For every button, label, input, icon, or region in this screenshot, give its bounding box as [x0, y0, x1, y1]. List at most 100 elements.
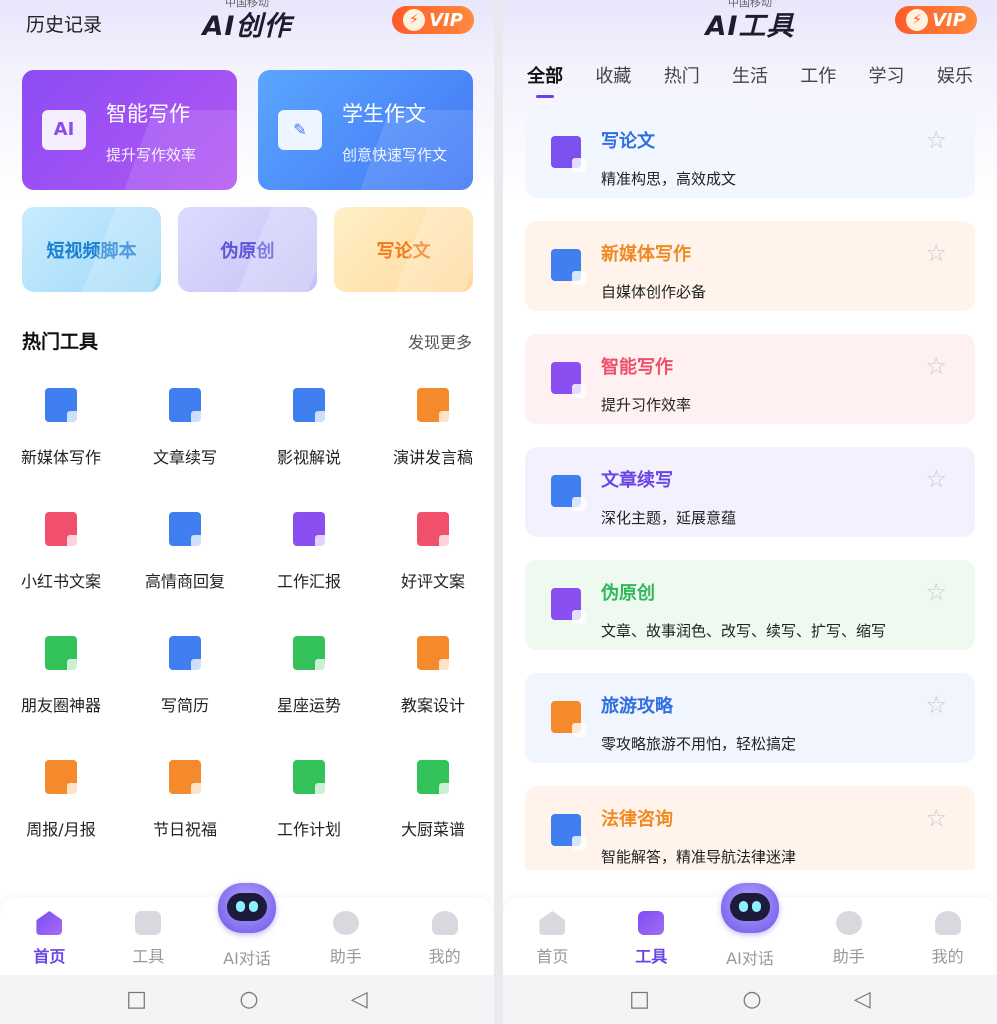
hot-tool-item[interactable]: 周报/月报	[0, 752, 123, 876]
nav-label: 工具	[132, 947, 165, 966]
home-icon	[539, 911, 566, 935]
nav-label: 助手	[832, 947, 865, 966]
hot-tool-item[interactable]: 工作汇报	[247, 504, 371, 628]
ai-document-icon: AI	[42, 110, 86, 150]
tool-card[interactable]: 文章续写 深化主题，延展意蕴 ☆	[525, 447, 975, 537]
tool-document-icon	[293, 636, 329, 673]
tool-card[interactable]: 旅游攻略 零攻略旅游不用怕，轻松搞定 ☆	[525, 673, 975, 763]
category-tab[interactable]: 收藏	[595, 62, 631, 98]
tool-card[interactable]: 新媒体写作 自媒体创作必备 ☆	[525, 221, 975, 311]
tool-document-icon	[417, 388, 453, 425]
hot-tool-item[interactable]: 大厨菜谱	[371, 752, 494, 876]
nav-mine[interactable]: 我的	[898, 897, 997, 975]
tool-description: 深化主题，延展意蕴	[601, 509, 737, 527]
hot-tool-item[interactable]: 教案设计	[371, 628, 494, 752]
tool-document-icon	[551, 249, 586, 285]
tool-card[interactable]: 写论文 精准构思，高效成文 ☆	[525, 108, 975, 198]
favorite-star-icon[interactable]: ☆	[925, 804, 947, 832]
hot-tool-item[interactable]: 影视解说	[247, 380, 371, 504]
tool-list: 写论文 精准构思，高效成文 ☆ 新媒体写作 自媒体创作必备 ☆ 智能写作 提升习作效率 ☆ 文章续…	[525, 108, 975, 870]
system-home-button[interactable]: ○	[742, 987, 761, 1012]
short-video-script-card[interactable]: 短视频脚本	[22, 207, 161, 292]
lightning-icon: ⚡	[906, 9, 929, 31]
nav-assistant[interactable]: 助手	[296, 897, 395, 975]
tool-description: 提升习作效率	[601, 396, 692, 414]
hot-tool-item[interactable]: 节日祝福	[123, 752, 247, 876]
robot-icon	[217, 883, 276, 933]
favorite-star-icon[interactable]: ☆	[925, 239, 947, 267]
card-subtitle: 创意快速写作文	[342, 146, 448, 164]
favorite-star-icon[interactable]: ☆	[925, 465, 947, 493]
bottom-nav: 首页 工具 AI对话 助手 我的	[503, 883, 997, 975]
hot-tool-item[interactable]: 工作计划	[247, 752, 371, 876]
category-tabs: 全部 收藏 热门 生活 工作 学习 娱乐	[503, 62, 997, 98]
hot-tool-item[interactable]: 朋友圈神器	[0, 628, 123, 752]
smart-writing-card[interactable]: AI 智能写作 提升写作效率	[22, 70, 237, 190]
tool-document-icon	[551, 362, 586, 398]
hot-tool-item[interactable]: 写简历	[123, 628, 247, 752]
ai-tools-screen: 中国移动 AI工具 ⚡ VIP 全部 收藏 热门 生活 工作 学习 娱乐 写论文 精准构思，高…	[503, 0, 997, 1024]
tool-description: 零攻略旅游不用怕，轻松搞定	[601, 735, 797, 753]
hot-tool-item[interactable]: 演讲发言稿	[371, 380, 494, 504]
nav-home[interactable]: 首页	[0, 897, 99, 975]
hot-tool-item[interactable]: 好评文案	[371, 504, 494, 628]
tool-document-icon	[169, 636, 205, 673]
vip-button[interactable]: ⚡ VIP	[895, 6, 977, 34]
category-tab[interactable]: 工作	[800, 62, 836, 98]
category-tab[interactable]: 学习	[869, 62, 905, 98]
toolbox-icon	[638, 911, 665, 935]
nav-label: AI对话	[726, 949, 774, 968]
recent-apps-button[interactable]: □	[629, 987, 650, 1012]
tool-label: 朋友圈神器	[20, 696, 101, 715]
person-icon	[934, 911, 961, 935]
tool-card[interactable]: 智能写作 提升习作效率 ☆	[525, 334, 975, 424]
tool-label: 新媒体写作	[20, 448, 101, 467]
tool-label: 影视解说	[276, 448, 341, 467]
pseudo-original-card[interactable]: 伪原创	[178, 207, 317, 292]
nav-assistant[interactable]: 助手	[799, 897, 898, 975]
category-tab[interactable]: 娱乐	[937, 62, 973, 98]
nav-tools[interactable]: 工具	[602, 897, 701, 975]
hot-tool-item[interactable]: 新媒体写作	[0, 380, 123, 504]
system-back-button[interactable]: ◁	[351, 987, 368, 1012]
hot-tool-item[interactable]: 高情商回复	[123, 504, 247, 628]
tool-document-icon	[551, 475, 586, 511]
card-subtitle: 提升写作效率	[106, 146, 197, 164]
favorite-star-icon[interactable]: ☆	[925, 352, 947, 380]
tool-label: 周报/月报	[26, 820, 96, 839]
vip-button[interactable]: ⚡ VIP	[392, 6, 474, 34]
favorite-star-icon[interactable]: ☆	[925, 691, 947, 719]
nav-ai-chat[interactable]: AI对话	[701, 883, 800, 975]
card-title: 智能写作	[106, 102, 190, 126]
tool-card[interactable]: 伪原创 文章、故事润色、改写、续写、扩写、缩写 ☆	[525, 560, 975, 650]
favorite-star-icon[interactable]: ☆	[925, 578, 947, 606]
hot-tool-item[interactable]: 星座运势	[247, 628, 371, 752]
person-icon	[431, 911, 458, 935]
category-tab[interactable]: 生活	[732, 62, 768, 98]
category-tab[interactable]: 全部	[527, 62, 563, 98]
write-paper-card[interactable]: 写论文	[334, 207, 473, 292]
student-essay-card[interactable]: ✎ 学生作文 创意快速写作文	[258, 70, 473, 190]
tool-document-icon	[169, 388, 205, 425]
tool-document-icon	[45, 512, 81, 549]
tool-card[interactable]: 法律咨询 智能解答，精准导航法律迷津 ☆	[525, 786, 975, 870]
nav-mine[interactable]: 我的	[395, 897, 494, 975]
category-tab[interactable]: 热门	[664, 62, 700, 98]
hot-tool-item[interactable]: 文章续写	[123, 380, 247, 504]
tool-document-icon	[417, 636, 453, 673]
hot-tool-item[interactable]: 小红书文案	[0, 504, 123, 628]
system-home-button[interactable]: ○	[239, 987, 258, 1012]
tool-document-icon	[45, 636, 81, 673]
robot-icon	[720, 883, 779, 933]
nav-tools[interactable]: 工具	[99, 897, 198, 975]
system-back-button[interactable]: ◁	[854, 987, 871, 1012]
nav-home[interactable]: 首页	[503, 897, 602, 975]
tool-title: 写论文	[601, 131, 655, 152]
nav-ai-chat[interactable]: AI对话	[198, 883, 297, 975]
tool-document-icon	[551, 588, 586, 624]
tool-document-icon	[45, 388, 81, 425]
discover-more-link[interactable]: 发现更多	[408, 329, 472, 353]
favorite-star-icon[interactable]: ☆	[925, 126, 947, 154]
nav-label: 我的	[428, 947, 461, 966]
recent-apps-button[interactable]: □	[126, 987, 147, 1012]
